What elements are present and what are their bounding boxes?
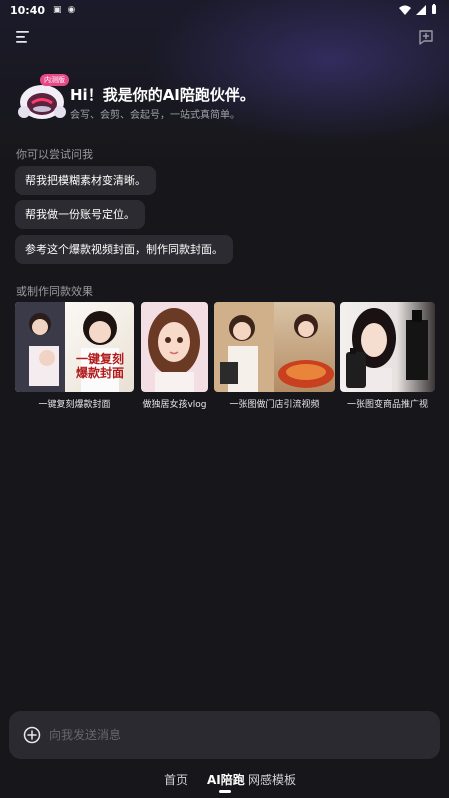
- status-bar: 10:40 ▣ ◉: [0, 0, 449, 20]
- new-chat-icon[interactable]: [417, 28, 435, 46]
- make-label: 或制作同款效果: [16, 285, 93, 298]
- hero: 内测版 Hi！我是你的AI陪跑伙伴。 会写、会剪、会起号，一站式真简单。: [16, 74, 436, 136]
- template-card[interactable]: 一张图做门店引流视频: [214, 302, 335, 410]
- template-cards: 一键复刻 爆款封面 一键复刻爆款封面 做独居女孩vlog 一张图做门店引流视频 …: [15, 302, 435, 412]
- bottom-nav: 首页 AI陪跑 网感模板: [0, 766, 449, 798]
- card-label: 一张图做门店引流视频: [229, 400, 320, 410]
- suggestion-chip[interactable]: 帮我把模糊素材变清晰。: [15, 166, 156, 195]
- signal-icon: [416, 4, 426, 15]
- menu-icon[interactable]: [14, 28, 32, 46]
- status-icons: [399, 4, 437, 15]
- add-icon[interactable]: [23, 726, 41, 744]
- message-composer: [9, 711, 440, 759]
- beta-badge: 内测版: [40, 74, 69, 86]
- status-time: 10:40: [10, 3, 46, 17]
- tab-templates[interactable]: 网感模板: [248, 771, 296, 788]
- hero-subtitle: 会写、会剪、会起号，一站式真简单。: [70, 110, 240, 121]
- template-card[interactable]: 一键复刻 爆款封面 一键复刻爆款封面: [15, 302, 134, 410]
- suggestion-chip[interactable]: 参考这个爆款视频封面，制作同款封面。: [15, 235, 233, 264]
- product-promo-art: [346, 308, 428, 392]
- suggest-label: 你可以尝试问我: [16, 148, 93, 161]
- cover-overlay-text: 一键复刻 爆款封面: [75, 352, 124, 380]
- template-card[interactable]: 一张图变商品推广视: [340, 302, 435, 410]
- card-thumbnail: [340, 302, 435, 392]
- card-label: 一键复刻爆款封面: [38, 400, 111, 410]
- suggestion-chip[interactable]: 帮我做一份账号定位。: [15, 200, 145, 229]
- wifi-icon: [399, 5, 411, 15]
- hero-title: Hi！我是你的AI陪跑伙伴。: [70, 86, 255, 104]
- tab-ai-companion[interactable]: AI陪跑: [207, 771, 245, 788]
- card-thumbnail: 一键复刻 爆款封面: [15, 302, 134, 392]
- tab-home[interactable]: 首页: [164, 771, 188, 788]
- vlog-girl-art: [148, 308, 200, 392]
- shield-icon: ◉: [67, 5, 76, 15]
- card-thumbnail: [141, 302, 208, 392]
- card-thumbnail: [214, 302, 335, 392]
- card-label: 一张图变商品推广视: [346, 400, 428, 410]
- card-label: 做独居女孩vlog: [142, 400, 207, 410]
- message-input[interactable]: [49, 723, 419, 747]
- template-card[interactable]: 做独居女孩vlog: [141, 302, 208, 410]
- battery-icon: [432, 4, 436, 14]
- restaurant-video-art: [214, 302, 334, 392]
- notification-icon: ▣: [53, 5, 62, 15]
- active-tab-indicator: [219, 790, 231, 793]
